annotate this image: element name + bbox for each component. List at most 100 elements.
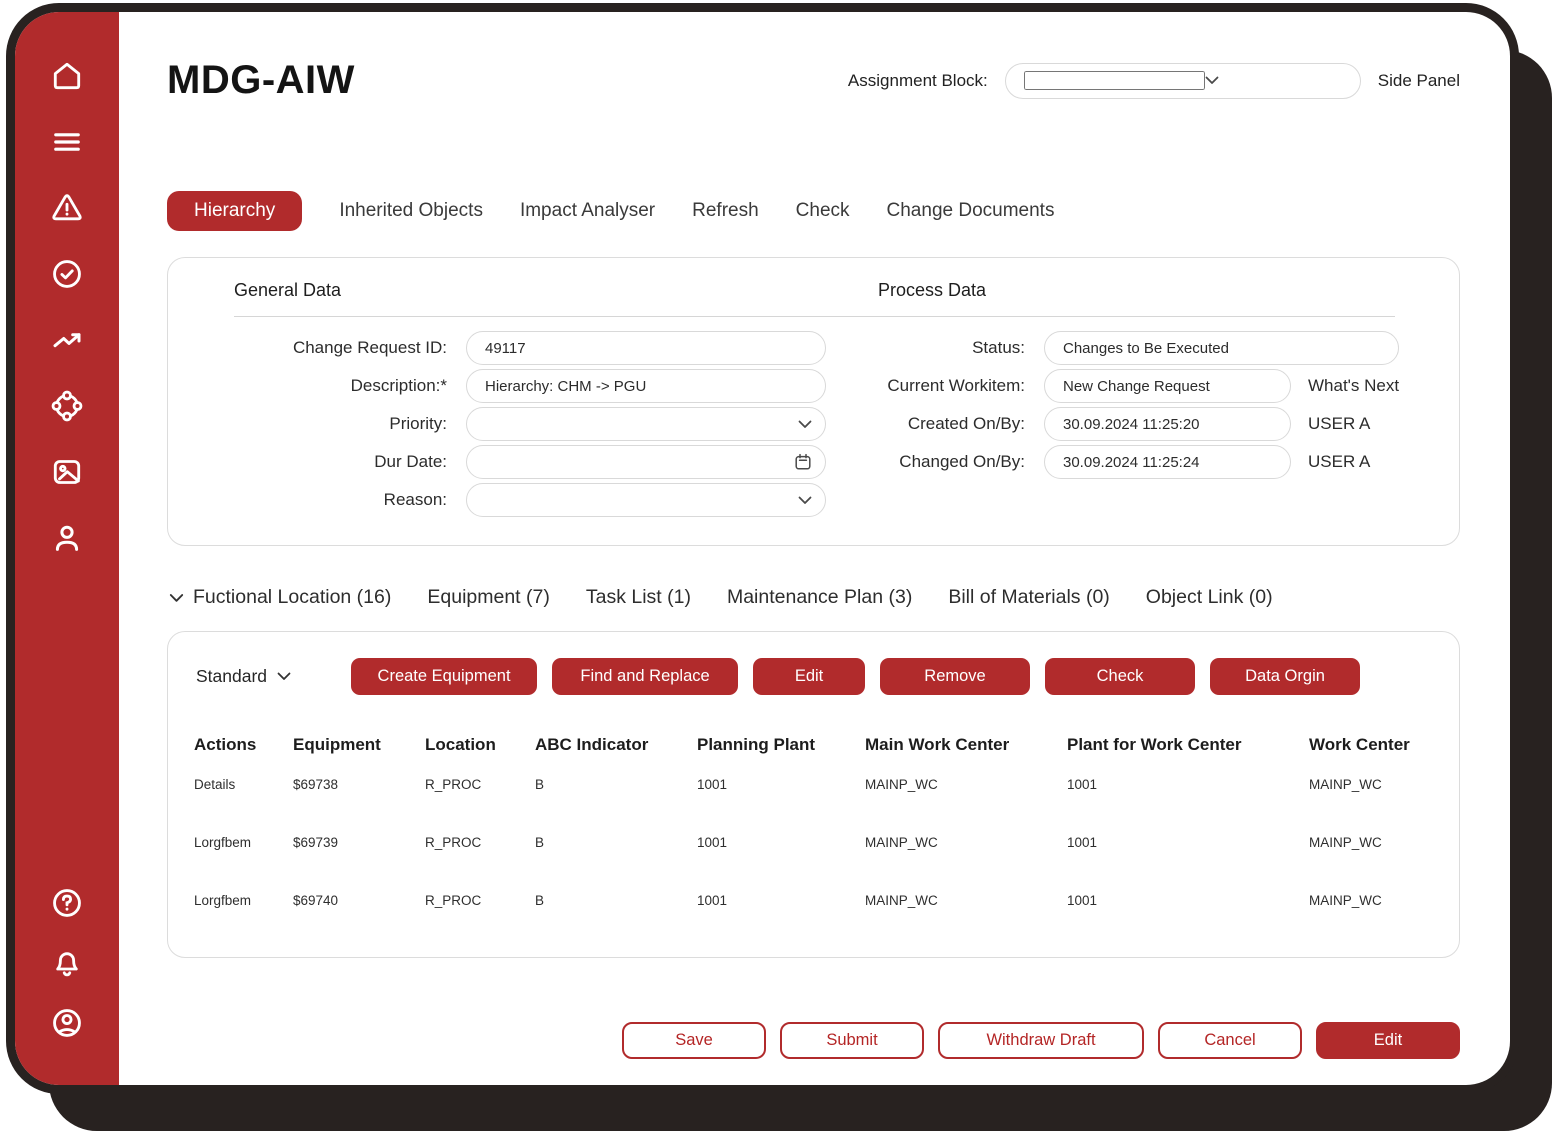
chevron-down-icon <box>277 672 291 681</box>
sidebar-bottom-group <box>49 885 85 1041</box>
form-row: Change Request ID: <box>168 329 878 367</box>
row-action-link[interactable]: Details <box>194 777 293 792</box>
tab-refresh[interactable]: Refresh <box>692 200 759 222</box>
status-label: Status: <box>878 338 1044 358</box>
tab-hierarchy[interactable]: Hierarchy <box>167 191 302 231</box>
stab-task-list[interactable]: Task List (1) <box>586 586 691 609</box>
object-section-tabs: Fuctional Location (16) Equipment (7) Ta… <box>167 586 1460 609</box>
form-row: Reason: <box>168 481 878 519</box>
stab-bill-of-materials[interactable]: Bill of Materials (0) <box>948 586 1109 609</box>
changed-on-by-value <box>1063 454 1277 471</box>
general-data-title: General Data <box>234 280 878 301</box>
change-request-id-input[interactable] <box>485 340 812 357</box>
check-button[interactable]: Check <box>1045 658 1195 695</box>
col-equipment: Equipment <box>293 735 425 755</box>
tab-inherited-objects[interactable]: Inherited Objects <box>339 200 483 222</box>
user-icon[interactable] <box>49 520 85 556</box>
chevron-down-icon <box>798 496 812 505</box>
data-origin-button[interactable]: Data Orgin <box>1210 658 1360 695</box>
current-workitem-label: Current Workitem: <box>878 376 1044 396</box>
image-icon[interactable] <box>49 454 85 490</box>
stab-functional-location[interactable]: Fuctional Location (16) <box>169 586 391 609</box>
remove-button[interactable]: Remove <box>880 658 1030 695</box>
chevron-down-icon <box>1205 76 1219 85</box>
trending-up-icon[interactable] <box>49 322 85 358</box>
assignment-block-value[interactable] <box>1024 71 1205 90</box>
created-by-user: USER A <box>1308 414 1370 434</box>
edit-button[interactable]: Edit <box>753 658 865 695</box>
chevron-down-icon <box>798 420 812 429</box>
dur-date-field[interactable] <box>466 445 826 479</box>
submit-button[interactable]: Submit <box>780 1022 924 1059</box>
cell-plant-for-work-center: 1001 <box>1067 893 1309 908</box>
cell-plant-for-work-center: 1001 <box>1067 835 1309 850</box>
cell-main-work-center: MAINP_WC <box>865 777 1067 792</box>
change-request-id-field[interactable] <box>466 331 826 365</box>
status-field <box>1044 331 1399 365</box>
home-icon[interactable] <box>49 58 85 94</box>
footer-edit-button[interactable]: Edit <box>1316 1022 1460 1059</box>
stab-label: Fuctional Location (16) <box>193 586 391 609</box>
account-circle-icon[interactable] <box>49 1005 85 1041</box>
changed-by-user: USER A <box>1308 452 1370 472</box>
tab-check[interactable]: Check <box>796 200 850 222</box>
find-and-replace-button[interactable]: Find and Replace <box>552 658 738 695</box>
col-planning-plant: Planning Plant <box>697 735 865 755</box>
alert-triangle-icon[interactable] <box>49 190 85 226</box>
tab-change-documents[interactable]: Change Documents <box>887 200 1055 222</box>
form-row: Description:* <box>168 367 878 405</box>
row-action-link[interactable]: Lorgfbem <box>194 835 293 850</box>
priority-select[interactable] <box>466 407 826 441</box>
cell-abc-indicator: B <box>535 777 697 792</box>
help-circle-icon[interactable] <box>49 885 85 921</box>
general-process-panel: General Data Process Data Change Request… <box>167 257 1460 546</box>
assignment-block-select[interactable] <box>1005 63 1361 99</box>
dur-date-input[interactable] <box>485 454 794 471</box>
changed-on-by-label: Changed On/By: <box>878 452 1044 472</box>
cell-planning-plant: 1001 <box>697 777 865 792</box>
cell-plant-for-work-center: 1001 <box>1067 777 1309 792</box>
topbar: MDG-AIW Assignment Block: Side Panel <box>167 58 1460 103</box>
row-action-link[interactable]: Lorgfbem <box>194 893 293 908</box>
cell-work-center: MAINP_WC <box>1309 835 1433 850</box>
check-circle-icon[interactable] <box>49 256 85 292</box>
created-on-by-field <box>1044 407 1291 441</box>
create-equipment-button[interactable]: Create Equipment <box>351 658 537 695</box>
description-input[interactable] <box>485 378 812 395</box>
withdraw-draft-button[interactable]: Withdraw Draft <box>938 1022 1144 1059</box>
cell-work-center: MAINP_WC <box>1309 893 1433 908</box>
cell-equipment: $69740 <box>293 893 425 908</box>
table-row: Lorgfbem $69740 R_PROC B 1001 MAINP_WC 1… <box>194 871 1433 929</box>
priority-value[interactable] <box>485 416 798 433</box>
cell-main-work-center: MAINP_WC <box>865 893 1067 908</box>
assignment-block-group: Assignment Block: Side Panel <box>848 63 1460 99</box>
tab-impact-analyser[interactable]: Impact Analyser <box>520 200 655 222</box>
reason-value[interactable] <box>485 492 798 509</box>
view-selector[interactable]: Standard <box>194 666 291 687</box>
calendar-icon[interactable] <box>794 453 812 471</box>
form-row: Status: <box>878 329 1459 367</box>
form-row: Priority: <box>168 405 878 443</box>
save-button[interactable]: Save <box>622 1022 766 1059</box>
table-header: Actions Equipment Location ABC Indicator… <box>194 735 1433 755</box>
cell-abc-indicator: B <box>535 893 697 908</box>
menu-icon[interactable] <box>49 124 85 160</box>
bell-icon[interactable] <box>49 945 85 981</box>
form-row: Created On/By: USER A <box>878 405 1459 443</box>
stab-equipment[interactable]: Equipment (7) <box>427 586 549 609</box>
whats-next-link[interactable]: What's Next <box>1308 376 1399 396</box>
stab-object-link[interactable]: Object Link (0) <box>1146 586 1273 609</box>
cell-abc-indicator: B <box>535 835 697 850</box>
description-field[interactable] <box>466 369 826 403</box>
side-panel-toggle[interactable]: Side Panel <box>1378 71 1460 91</box>
stab-maintenance-plan[interactable]: Maintenance Plan (3) <box>727 586 912 609</box>
process-data-column: Status: Current Workitem: What's Next <box>878 329 1459 519</box>
cancel-button[interactable]: Cancel <box>1158 1022 1302 1059</box>
sidebar <box>15 12 119 1085</box>
general-data-column: Change Request ID: Description:* Priorit… <box>168 329 878 519</box>
chevron-down-icon <box>169 593 184 603</box>
hub-icon[interactable] <box>49 388 85 424</box>
reason-select[interactable] <box>466 483 826 517</box>
main-tabs: Hierarchy Inherited Objects Impact Analy… <box>167 191 1460 231</box>
view-selector-label: Standard <box>196 666 267 687</box>
